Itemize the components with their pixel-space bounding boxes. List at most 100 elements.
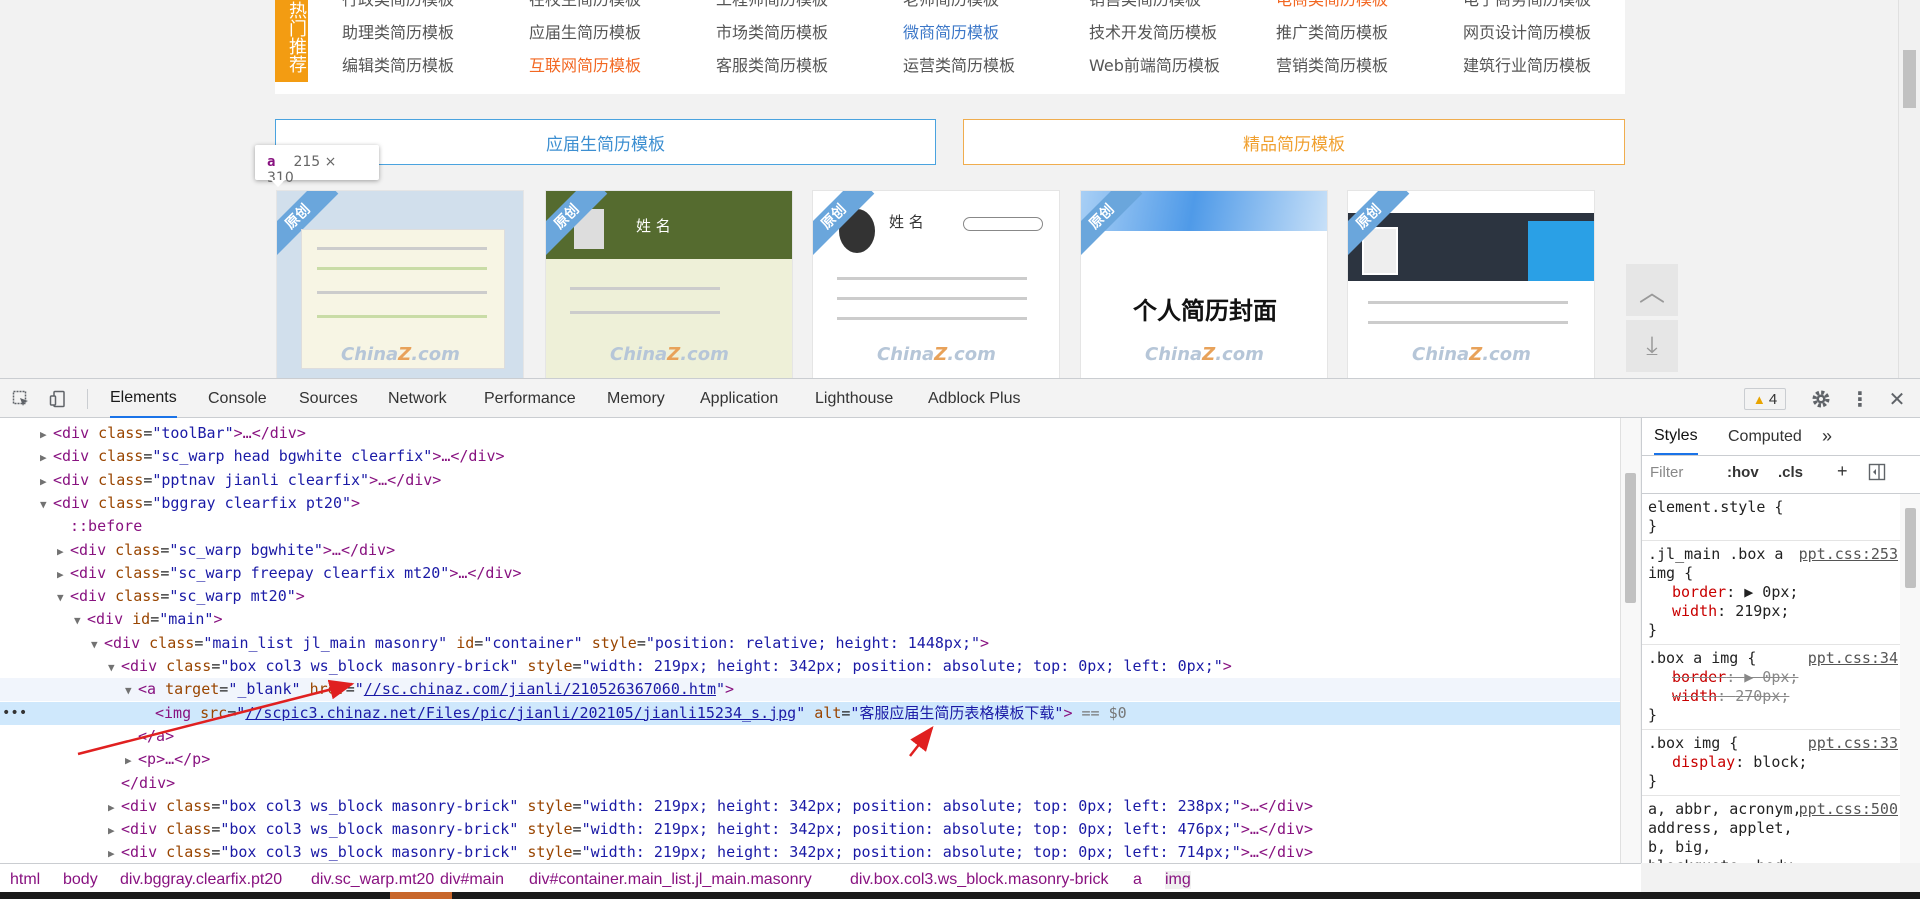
css-property[interactable]: border: ▶ 0px; bbox=[1648, 668, 1914, 687]
dom-node-row[interactable]: <img src="//scpic3.chinaz.net/Files/pic/… bbox=[0, 701, 1620, 725]
class-toggle[interactable]: .cls bbox=[1778, 464, 1803, 481]
new-rule-icon[interactable]: + bbox=[1837, 461, 1848, 482]
hot-link[interactable]: 建筑行业简历模板 bbox=[1463, 52, 1591, 76]
toggle-sidebar-icon[interactable] bbox=[1868, 463, 1886, 485]
resume-thumbnail[interactable]: 原创 ChinaZ.com bbox=[276, 190, 524, 378]
gear-icon[interactable] bbox=[1810, 388, 1832, 410]
hot-link[interactable]: 技术开发简历模板 bbox=[1089, 19, 1217, 43]
dom-node-row[interactable]: </a> bbox=[0, 725, 1620, 748]
hot-link[interactable]: 推广类简历模板 bbox=[1276, 19, 1388, 43]
hover-state-toggle[interactable]: :hov bbox=[1727, 464, 1759, 481]
dom-node-row[interactable]: ▼ <a target="_blank" href="//sc.chinaz.co… bbox=[0, 678, 1620, 702]
dom-node-row[interactable]: ::before bbox=[0, 515, 1620, 538]
breadcrumb-item[interactable]: html bbox=[10, 871, 40, 889]
css-source-link[interactable]: ppt.css:33 bbox=[1808, 734, 1898, 753]
breadcrumb-item[interactable]: body bbox=[63, 871, 98, 889]
breadcrumb-item[interactable]: a bbox=[1133, 871, 1142, 889]
resume-thumbnail[interactable]: 姓 名 原创 ChinaZ.com bbox=[812, 190, 1060, 378]
tab-lighthouse[interactable]: Lighthouse bbox=[815, 379, 893, 418]
hot-link[interactable]: 在校生简历模板 bbox=[529, 0, 641, 10]
dom-node-row[interactable]: ▶ <div class="sc_warp head bgwhite clearf… bbox=[0, 445, 1620, 468]
css-rule[interactable]: a, abbr, acronym, address, applet, b, bi… bbox=[1642, 796, 1920, 863]
more-tabs-icon[interactable]: » bbox=[1822, 418, 1832, 455]
styles-scrollbar-thumb[interactable] bbox=[1905, 508, 1916, 588]
css-source-link[interactable]: ppt.css:34 bbox=[1808, 649, 1898, 668]
selected-node-menu-icon[interactable]: ••• bbox=[2, 702, 27, 725]
back-to-top-button[interactable]: ︿ bbox=[1626, 264, 1678, 316]
hot-link[interactable]: 营销类简历模板 bbox=[1276, 52, 1388, 76]
dom-node-row[interactable]: ▼ <div class="bggray clearfix pt20"> bbox=[0, 492, 1620, 515]
more-options-icon[interactable]: ⋮ bbox=[1849, 387, 1871, 411]
css-property[interactable]: width: 219px; bbox=[1648, 602, 1914, 621]
hot-link[interactable]: 销售类简历模板 bbox=[1089, 0, 1201, 10]
dom-node-row[interactable]: ▶ <div class="sc_warp freepay clearfix mt… bbox=[0, 562, 1620, 585]
css-rule[interactable]: .box a img {ppt.css:34 border: ▶ 0px; widt… bbox=[1642, 645, 1920, 730]
css-source-link[interactable]: ppt.css:500 bbox=[1799, 800, 1898, 819]
breadcrumb-item[interactable]: img bbox=[1165, 871, 1191, 889]
tab-network[interactable]: Network bbox=[388, 379, 447, 418]
breadcrumb-item[interactable]: div.sc_warp.mt20 bbox=[311, 871, 434, 889]
css-source-link[interactable]: ppt.css:253 bbox=[1799, 545, 1898, 564]
elements-scrollbar-thumb[interactable] bbox=[1625, 473, 1636, 603]
close-icon[interactable]: ✕ bbox=[1886, 387, 1908, 411]
tab-computed[interactable]: Computed bbox=[1728, 418, 1802, 455]
css-rule[interactable]: element.style {} bbox=[1642, 494, 1920, 541]
elements-scrollbar[interactable] bbox=[1620, 418, 1640, 863]
page-scrollbar[interactable] bbox=[1898, 0, 1920, 378]
css-property[interactable]: border: ▶ 0px; bbox=[1648, 583, 1914, 602]
hot-link[interactable]: Web前端简历模板 bbox=[1089, 52, 1220, 76]
hot-link[interactable]: 编辑类简历模板 bbox=[342, 52, 454, 76]
hot-link[interactable]: 电商类简历模板 bbox=[1276, 0, 1388, 10]
page-scrollbar-thumb[interactable] bbox=[1903, 50, 1916, 108]
inspect-element-icon[interactable] bbox=[10, 388, 32, 410]
hot-link[interactable]: 市场类简历模板 bbox=[716, 19, 828, 43]
dom-node-row[interactable]: ▶ <div class="pptnav jianli clearfix">…</… bbox=[0, 469, 1620, 492]
tab-elements[interactable]: Elements bbox=[110, 379, 177, 418]
device-toolbar-icon[interactable] bbox=[47, 388, 69, 410]
hot-link[interactable]: 电子商务简历模板 bbox=[1463, 0, 1591, 10]
dom-node-row[interactable]: ▼ <div id="main"> bbox=[0, 608, 1620, 631]
css-rule[interactable]: .box img {ppt.css:33 display: block;} bbox=[1642, 730, 1920, 796]
hot-link[interactable]: 老师简历模板 bbox=[903, 0, 999, 10]
dom-node-row[interactable]: ▶ <div class="toolBar">…</div> bbox=[0, 422, 1620, 445]
dom-node-row[interactable]: ▶ <div class="sc_warp bgwhite">…</div> bbox=[0, 539, 1620, 562]
dom-node-row[interactable]: ▶ <div class="box col3 ws_block masonry-b… bbox=[0, 841, 1620, 863]
styles-filter-input[interactable]: Filter bbox=[1650, 464, 1683, 481]
hot-link[interactable]: 助理类简历模板 bbox=[342, 19, 454, 43]
tab-performance[interactable]: Performance bbox=[484, 379, 576, 418]
dom-node-row[interactable]: ▼ <div class="box col3 ws_block masonry-b… bbox=[0, 655, 1620, 678]
dom-node-row[interactable]: ▼ <div class="sc_warp mt20"> bbox=[0, 585, 1620, 608]
dom-node-row[interactable]: ▶ <div class="box col3 ws_block masonry-b… bbox=[0, 795, 1620, 818]
dom-node-row[interactable]: </div> bbox=[0, 772, 1620, 795]
hot-link[interactable]: 微商简历模板 bbox=[903, 19, 999, 43]
breadcrumb-item[interactable]: div.bggray.clearfix.pt20 bbox=[120, 871, 282, 889]
hot-link[interactable]: 行政类简历模板 bbox=[342, 0, 454, 10]
tab-adblock-plus[interactable]: Adblock Plus bbox=[928, 379, 1021, 418]
hot-link[interactable]: 网页设计简历模板 bbox=[1463, 19, 1591, 43]
breadcrumb-item[interactable]: div#main bbox=[440, 871, 504, 889]
tab-application[interactable]: Application bbox=[700, 379, 778, 418]
tab-memory[interactable]: Memory bbox=[607, 379, 665, 418]
hot-link[interactable]: 互联网简历模板 bbox=[529, 52, 641, 76]
premium-resume-tab[interactable]: 精品简历模板 bbox=[963, 119, 1625, 165]
dom-node-row[interactable]: ▼ <div class="main_list jl_main masonry" … bbox=[0, 632, 1620, 655]
warnings-badge[interactable]: ▲ 4 bbox=[1744, 388, 1786, 410]
download-button[interactable]: ⤓ bbox=[1626, 320, 1678, 372]
css-property[interactable]: display: block; bbox=[1648, 753, 1914, 772]
elements-dom-tree[interactable]: ▶ <div class="toolBar">…</div> ▶ <div class… bbox=[0, 418, 1620, 863]
breadcrumb-item[interactable]: div.box.col3.ws_block.masonry-brick bbox=[850, 871, 1108, 889]
breadcrumb-item[interactable]: div#container.main_list.jl_main.masonry bbox=[529, 871, 812, 889]
tab-styles[interactable]: Styles bbox=[1654, 418, 1698, 455]
hot-link[interactable]: 应届生简历模板 bbox=[529, 19, 641, 43]
hot-link[interactable]: 运营类简历模板 bbox=[903, 52, 1015, 76]
hot-link[interactable]: 客服类简历模板 bbox=[716, 52, 828, 76]
resume-thumbnail[interactable]: 原创 ChinaZ.com bbox=[1347, 190, 1595, 378]
tab-console[interactable]: Console bbox=[208, 379, 267, 418]
dom-node-row[interactable]: ▶ <p>…</p> bbox=[0, 748, 1620, 771]
tab-sources[interactable]: Sources bbox=[299, 379, 358, 418]
css-property[interactable]: width: 270px; bbox=[1648, 687, 1914, 706]
resume-thumbnail[interactable]: 姓 名 原创 ChinaZ.com bbox=[545, 190, 793, 378]
hot-link[interactable]: 工程师简历模板 bbox=[716, 0, 828, 10]
styles-scrollbar[interactable] bbox=[1900, 494, 1920, 863]
resume-thumbnail[interactable]: 原创 个人简历封面 ChinaZ.com bbox=[1080, 190, 1328, 378]
